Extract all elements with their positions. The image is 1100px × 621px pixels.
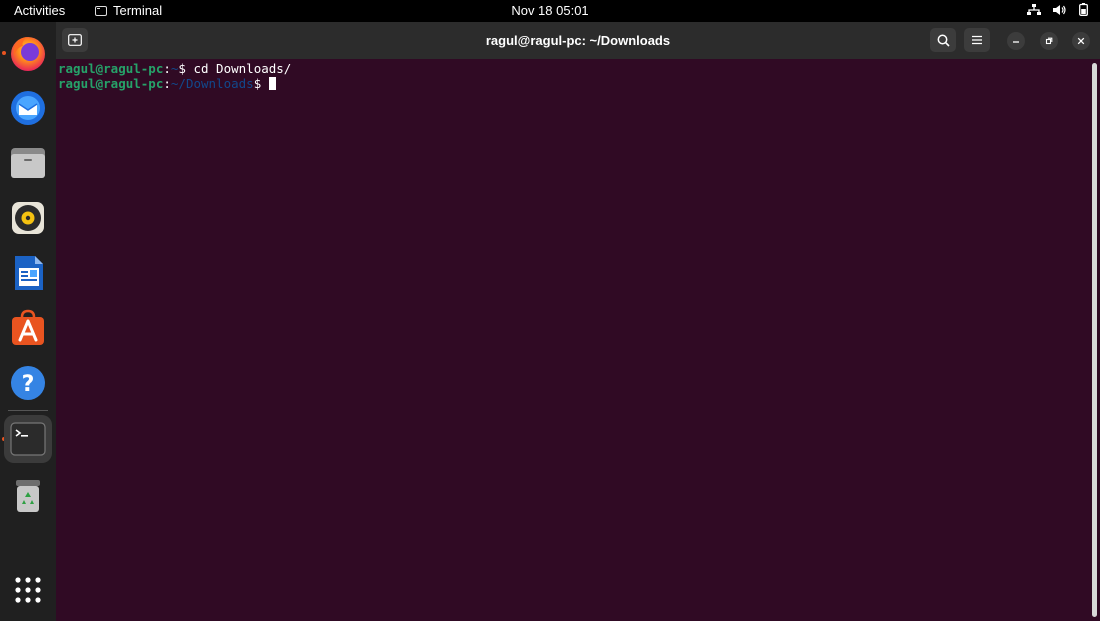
dock-item-rhythmbox[interactable]: [4, 194, 52, 242]
network-icon[interactable]: [1027, 3, 1041, 16]
close-icon: [1077, 37, 1085, 45]
dock-item-writer[interactable]: [4, 249, 52, 297]
terminal-icon: [10, 422, 46, 456]
prompt-symbol: $: [253, 76, 262, 91]
dock-item-trash[interactable]: [4, 471, 52, 519]
terminal-line: ragul@ragul-pc:~/Downloads$: [58, 76, 1088, 91]
terminal-output[interactable]: ragul@ragul-pc:~$ cd Downloads/ ragul@ra…: [58, 61, 1088, 91]
terminal-small-icon: [95, 5, 107, 16]
dock-separator: [8, 410, 48, 411]
command-text: cd Downloads/: [193, 61, 292, 76]
text-cursor: [268, 77, 276, 90]
header-bar: ragul@ragul-pc: ~/Downloads: [56, 22, 1100, 59]
prompt-path: ~/Downloads: [170, 76, 254, 91]
dock-item-files[interactable]: [4, 139, 52, 187]
activities-button[interactable]: Activities: [14, 3, 65, 18]
menu-button[interactable]: [964, 28, 990, 52]
top-bar: Activities Terminal Nov 18 05:01: [0, 0, 1100, 22]
show-apps-button[interactable]: [4, 566, 52, 614]
rhythmbox-icon: [12, 202, 44, 234]
dock-item-thunderbird[interactable]: [4, 84, 52, 132]
dock-item-terminal[interactable]: [4, 415, 52, 463]
dock-item-help[interactable]: ?: [4, 359, 52, 407]
thunderbird-icon: [11, 91, 45, 125]
maximize-button[interactable]: [1040, 32, 1058, 50]
app-menu[interactable]: Terminal: [95, 3, 162, 18]
app-menu-label: Terminal: [113, 3, 163, 18]
system-tray[interactable]: [1027, 3, 1088, 16]
search-icon: [937, 34, 950, 47]
volume-icon[interactable]: [1053, 4, 1067, 16]
dock-item-firefox[interactable]: [4, 29, 52, 77]
terminal-line: ragul@ragul-pc:~$ cd Downloads/: [58, 61, 292, 76]
app-grid-icon: [15, 577, 41, 603]
search-button[interactable]: [930, 28, 956, 52]
new-tab-button[interactable]: [62, 28, 88, 52]
battery-icon[interactable]: [1079, 3, 1088, 16]
window-title: ragul@ragul-pc: ~/Downloads: [485, 33, 671, 48]
minimize-button[interactable]: [1007, 32, 1025, 50]
writer-icon: [15, 256, 43, 290]
terminal-window: ragul@ragul-pc: ~/Downloads ragul@ragul-…: [56, 22, 1100, 621]
minimize-icon: [1013, 41, 1019, 43]
restore-icon: [1045, 37, 1053, 45]
files-icon: [11, 148, 45, 178]
dock-item-app-center[interactable]: [4, 304, 52, 352]
scrollbar[interactable]: [1092, 63, 1097, 617]
trash-icon: [16, 480, 40, 512]
prompt-user: ragul@ragul-pc: [58, 61, 164, 76]
clock[interactable]: Nov 18 05:01: [511, 3, 588, 18]
dock: ?: [0, 22, 56, 621]
new-tab-icon: [68, 34, 82, 46]
app-center-icon: [12, 309, 44, 345]
hamburger-icon: [972, 35, 982, 45]
prompt-symbol: $: [178, 61, 186, 76]
firefox-icon: [11, 37, 45, 71]
help-icon: ?: [11, 366, 45, 400]
svg-text:?: ?: [22, 372, 35, 397]
close-button[interactable]: [1072, 32, 1090, 50]
prompt-user: ragul@ragul-pc: [58, 76, 164, 91]
